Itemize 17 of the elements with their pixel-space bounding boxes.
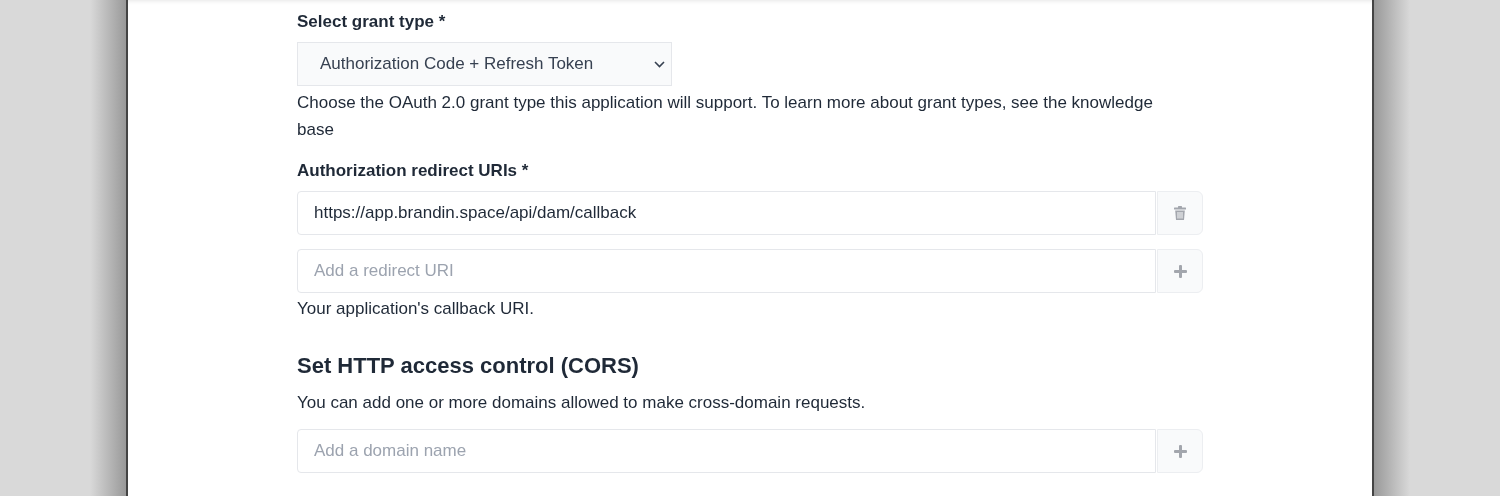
chevron-down-icon bbox=[654, 60, 665, 68]
plus-icon bbox=[1173, 264, 1187, 278]
add-button[interactable] bbox=[1157, 429, 1203, 473]
delete-button[interactable] bbox=[1157, 191, 1203, 235]
help-text: Choose the OAuth 2.0 grant type this application will support. To learn more about grant types, see the knowledge base bbox=[297, 92, 1154, 141]
input-field[interactable]: Add a domain name bbox=[297, 429, 1156, 473]
url-field[interactable]: https://app.brandin.space/api/dam/callback bbox=[297, 191, 1156, 235]
trash-icon bbox=[1174, 206, 1186, 220]
input-field[interactable]: Add a redirect URI bbox=[297, 249, 1156, 293]
field-label: Select grant type * bbox=[297, 11, 447, 33]
section-heading: Set HTTP access control (CORS) bbox=[297, 352, 640, 380]
grant-type-select[interactable]: Authorization Code + Refresh Token bbox=[297, 42, 672, 86]
section-description: You can add one or more domains allowed to make cross-domain requests. bbox=[297, 392, 867, 414]
help-text: Your application's callback URI. bbox=[297, 298, 535, 320]
field-label: Authorization redirect URIs * bbox=[297, 160, 530, 182]
plus-icon bbox=[1173, 444, 1187, 458]
add-button[interactable] bbox=[1157, 249, 1203, 293]
